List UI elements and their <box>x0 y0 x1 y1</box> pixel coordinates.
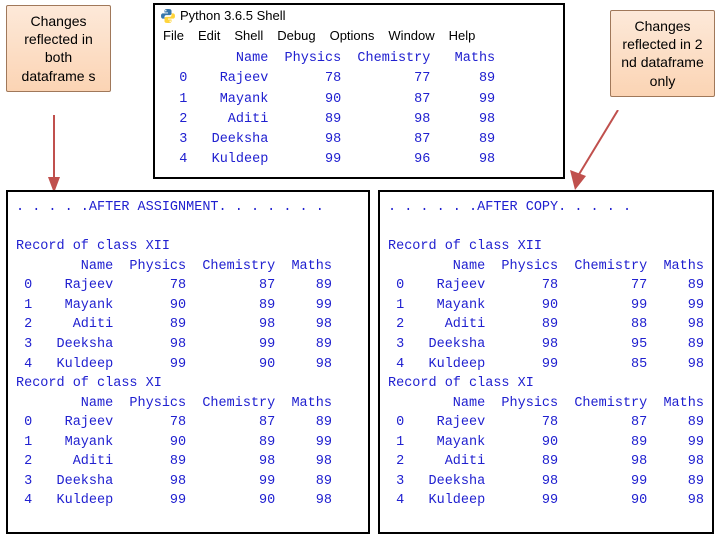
arrow-right <box>570 110 625 190</box>
callout-left: Changes reflected in both dataframe s <box>6 5 111 92</box>
panel-after-copy: . . . . . .AFTER COPY. . . . . Record of… <box>378 190 714 534</box>
shell-output: Name Physics Chemistry Maths 0 Rajeev 78… <box>155 47 563 177</box>
menubar: File Edit Shell Debug Options Window Help <box>155 26 563 47</box>
menu-item-edit[interactable]: Edit <box>198 28 220 43</box>
callout-right: Changes reflected in 2 nd dataframe only <box>610 10 715 97</box>
arrow-left <box>48 115 60 193</box>
title-bar: Python 3.6.5 Shell <box>155 5 563 26</box>
menu-item-file[interactable]: File <box>163 28 184 43</box>
menu-item-debug[interactable]: Debug <box>277 28 315 43</box>
panel-after-assignment: . . . . .AFTER ASSIGNMENT. . . . . . . R… <box>6 190 370 534</box>
python-shell-window: Python 3.6.5 Shell File Edit Shell Debug Opt… <box>153 3 565 179</box>
python-icon <box>161 9 175 23</box>
menu-item-shell[interactable]: Shell <box>234 28 263 43</box>
menu-item-options[interactable]: Options <box>330 28 375 43</box>
menu-item-help[interactable]: Help <box>449 28 476 43</box>
window-title: Python 3.6.5 Shell <box>180 8 286 23</box>
menu-item-window[interactable]: Window <box>388 28 434 43</box>
